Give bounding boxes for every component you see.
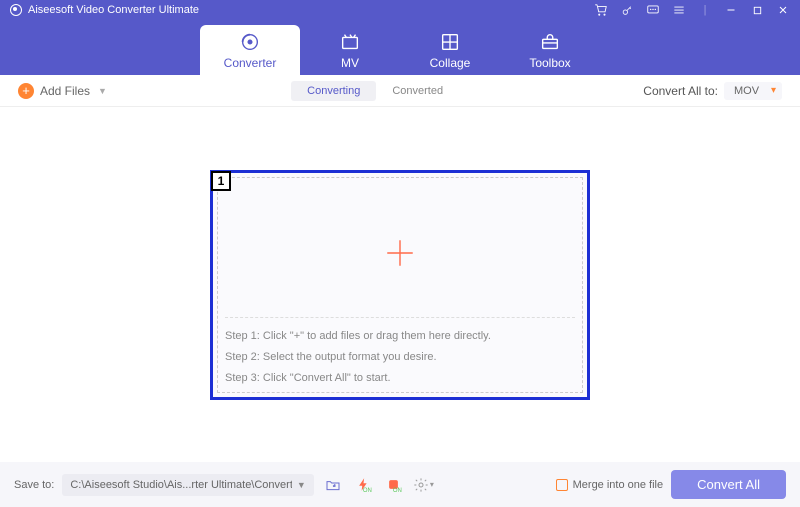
tab-collage[interactable]: Collage bbox=[400, 25, 500, 75]
divider: | bbox=[698, 3, 712, 17]
app-logo-icon bbox=[10, 4, 22, 16]
plus-icon: + bbox=[18, 83, 34, 99]
tab-label: Toolbox bbox=[529, 56, 570, 70]
segment-converted[interactable]: Converted bbox=[376, 81, 459, 101]
key-icon[interactable] bbox=[620, 3, 634, 17]
feedback-icon[interactable] bbox=[646, 3, 660, 17]
maximize-button[interactable] bbox=[750, 3, 764, 17]
titlebar: Aiseesoft Video Converter Ultimate | bbox=[0, 0, 800, 20]
tab-label: Converter bbox=[224, 56, 277, 70]
save-to-label: Save to: bbox=[14, 479, 54, 491]
add-files-button[interactable]: + Add Files ▼ bbox=[18, 83, 107, 99]
header-nav: Converter MV Collage Toolbox bbox=[0, 20, 800, 75]
merge-label: Merge into one file bbox=[573, 479, 664, 491]
step-2: Step 2: Select the output format you des… bbox=[225, 347, 575, 368]
gpu-accel-2-button[interactable]: ON bbox=[382, 474, 404, 496]
converter-icon bbox=[239, 31, 261, 53]
toolbox-icon bbox=[539, 31, 561, 53]
main-area: 1 Step 1: Click "+" to add files or drag… bbox=[0, 107, 800, 462]
tab-toolbox[interactable]: Toolbox bbox=[500, 25, 600, 75]
annotation-number: 1 bbox=[211, 171, 231, 191]
mv-icon bbox=[339, 31, 361, 53]
tab-mv[interactable]: MV bbox=[300, 25, 400, 75]
cart-icon[interactable] bbox=[594, 3, 608, 17]
chevron-down-icon: ▼ bbox=[98, 86, 107, 96]
minimize-button[interactable] bbox=[724, 3, 738, 17]
menu-icon[interactable] bbox=[672, 3, 686, 17]
step-1: Step 1: Click "+" to add files or drag t… bbox=[225, 326, 575, 347]
open-folder-button[interactable] bbox=[322, 474, 344, 496]
add-files-label: Add Files bbox=[40, 84, 90, 98]
toolbar: + Add Files ▼ Converting Converted Conve… bbox=[0, 75, 800, 107]
save-path-field[interactable]: ▼ bbox=[62, 474, 314, 496]
tab-label: MV bbox=[341, 56, 359, 70]
convert-all-button[interactable]: Convert All bbox=[671, 470, 786, 499]
format-select[interactable]: MOV bbox=[724, 82, 782, 100]
convert-all-to-label: Convert All to: bbox=[643, 84, 718, 98]
tab-label: Collage bbox=[430, 56, 471, 70]
add-plus-icon[interactable] bbox=[213, 203, 587, 303]
step-3: Step 3: Click "Convert All" to start. bbox=[225, 368, 575, 389]
gpu-accel-1-button[interactable]: ON bbox=[352, 474, 374, 496]
instructions: Step 1: Click "+" to add files or drag t… bbox=[225, 317, 575, 389]
collage-icon bbox=[439, 31, 461, 53]
app-title: Aiseesoft Video Converter Ultimate bbox=[28, 4, 199, 16]
settings-button[interactable]: ▾ bbox=[412, 474, 434, 496]
checkbox-icon bbox=[556, 479, 568, 491]
path-dropdown[interactable]: ▼ bbox=[292, 480, 310, 490]
footer: Save to: ▼ ON ON ▾ Merge into one file C… bbox=[0, 462, 800, 507]
save-path-input[interactable] bbox=[70, 479, 292, 491]
segment-converting[interactable]: Converting bbox=[291, 81, 376, 101]
close-button[interactable] bbox=[776, 3, 790, 17]
tab-converter[interactable]: Converter bbox=[200, 25, 300, 75]
merge-checkbox[interactable]: Merge into one file bbox=[556, 479, 664, 491]
drop-zone[interactable]: 1 Step 1: Click "+" to add files or drag… bbox=[210, 170, 590, 400]
